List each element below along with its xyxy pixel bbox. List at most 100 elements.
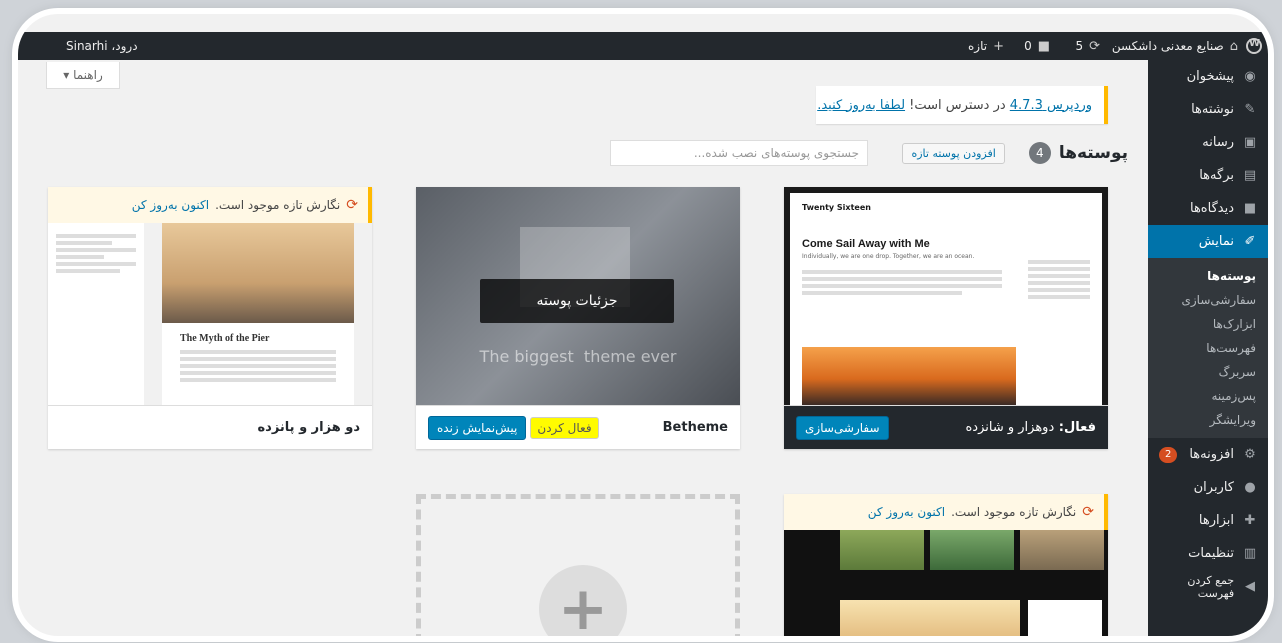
menu-pages[interactable]: ▤ برگه‌ها — [1148, 159, 1268, 192]
page-title: پوسته‌ها — [1058, 143, 1128, 163]
brush-icon: ✐ — [1244, 234, 1256, 249]
theme-screenshot: Twenty Sixteen Come Sail Away with Me In… — [784, 187, 1108, 405]
collapse-icon: ◀ — [1245, 579, 1256, 594]
theme-details-button[interactable]: جزئیات پوسته — [480, 279, 674, 323]
menu-label: نمایش — [1198, 234, 1234, 249]
home-icon: ⌂ — [1229, 38, 1238, 54]
theme-screenshot: The biggest theme ever جزئیات پوسته — [416, 187, 740, 405]
menu-comments[interactable]: ■ دیدگاه‌ها — [1148, 192, 1268, 225]
wp-version-link[interactable]: وردپرس 4.7.3 — [1010, 98, 1092, 113]
user-account-link[interactable]: درود، Sinarhi — [66, 32, 138, 60]
menu-media[interactable]: ▣ رسانه — [1148, 126, 1268, 159]
pier-image — [162, 223, 354, 323]
updates-count: 5 — [1075, 39, 1084, 53]
menu-label: برگه‌ها — [1199, 168, 1234, 183]
plugins-update-badge: 2 — [1158, 446, 1178, 463]
menu-label: رسانه — [1202, 135, 1234, 150]
menu-plugins[interactable]: ⚙ افزونه‌ها 2 — [1148, 438, 1268, 471]
menu-dashboard[interactable]: ◉ پیشخوان — [1148, 60, 1268, 93]
theme-footer: Betheme فعال کردن پیش‌نمایش زنده — [416, 405, 740, 449]
theme-footer: فعال: دوهزار و شانزده سفارشی‌سازی — [784, 405, 1108, 449]
update-now-link[interactable]: لطفا به‌روز کنید. — [817, 98, 905, 113]
admin-bar: ⌂ صنایع معدنی داشکسن ⟳ 5 ■ 0 + تازه درود… — [18, 32, 1268, 60]
submenu-editor[interactable]: ویرایشگر — [1148, 408, 1268, 432]
menu-settings[interactable]: ▥ تنظیمات — [1148, 537, 1268, 570]
site-name-link[interactable]: ⌂ صنایع معدنی داشکسن — [1112, 32, 1238, 60]
update-icon: ⟳ — [1082, 504, 1094, 520]
theme-card-fourth[interactable]: ⟳ نگارش تازه موجود است. اکنون به‌روز کن — [784, 494, 1108, 636]
menu-label: کاربران — [1193, 480, 1234, 495]
wp-logo-icon[interactable] — [1246, 32, 1262, 60]
plus-icon: + — [993, 38, 1004, 54]
theme-card-twentyfifteen[interactable]: ⟳ نگارش تازه موجود است. اکنون به‌روز کن … — [48, 187, 372, 449]
screenshot-site-title: Twenty Sixteen — [802, 203, 871, 212]
site-name: صنایع معدنی داشکسن — [1111, 39, 1224, 53]
theme-update-notice: ⟳ نگارش تازه موجود است. اکنون به‌روز کن — [48, 187, 372, 223]
updates-link[interactable]: ⟳ 5 — [1075, 32, 1100, 60]
menu-posts[interactable]: ✎ نوشته‌ها — [1148, 93, 1268, 126]
activate-button[interactable]: فعال کردن — [530, 416, 599, 439]
menu-collapse[interactable]: ◀ جمع کردن فهرست — [1148, 570, 1268, 603]
new-label: تازه — [968, 39, 988, 53]
comment-icon: ■ — [1037, 38, 1050, 54]
submenu-header[interactable]: سربرگ — [1148, 360, 1268, 384]
menu-label: جمع کردن فهرست — [1187, 573, 1235, 600]
theme-card-twentysixteen[interactable]: Twenty Sixteen Come Sail Away with Me In… — [784, 187, 1108, 449]
refresh-icon: ⟳ — [1089, 38, 1100, 54]
theme-name: Betheme — [662, 420, 728, 435]
menu-label: ابزارها — [1198, 513, 1234, 528]
submenu-widgets[interactable]: ابزارک‌ها — [1148, 312, 1268, 336]
menu-appearance[interactable]: ✐ نمایش — [1140, 225, 1268, 258]
update-text: نگارش تازه موجود است. — [215, 198, 341, 212]
settings-icon: ▥ — [1243, 546, 1257, 561]
add-new-theme-button[interactable]: افزودن پوسته تازه — [902, 142, 1005, 164]
update-icon: ⟳ — [346, 197, 358, 213]
menu-label: تنظیمات — [1188, 546, 1234, 561]
sunset-image — [802, 347, 1016, 405]
help-tab[interactable]: راهنما ▾ — [46, 62, 120, 89]
theme-footer: دو هزار و پانزده — [48, 405, 372, 449]
submenu-themes[interactable]: پوسته‌ها — [1148, 264, 1268, 288]
pages-icon: ▤ — [1243, 168, 1257, 183]
admin-sidebar: ◉ پیشخوان ✎ نوشته‌ها ▣ رسانه ▤ برگه‌ها ■ دیدگ… — [1140, 60, 1268, 636]
menu-label: پیشخوان — [1186, 69, 1234, 84]
theme-search-input[interactable]: جستجوی پوسته‌های نصب شده... — [610, 140, 868, 166]
dashboard-icon: ◉ — [1244, 69, 1256, 84]
screenshot-post-title: Come Sail Away with Me — [802, 238, 930, 250]
menu-label: دیدگاه‌ها — [1189, 201, 1234, 216]
media-icon: ▣ — [1243, 135, 1257, 150]
comments-link[interactable]: ■ 0 — [1024, 32, 1050, 60]
comment-icon: ■ — [1243, 201, 1257, 216]
new-content-link[interactable]: + تازه — [968, 32, 1004, 60]
submenu-menus[interactable]: فهرست‌ها — [1148, 336, 1268, 360]
update-now-link[interactable]: اکنون به‌روز کن — [868, 505, 945, 519]
theme-screenshot — [784, 530, 1108, 636]
theme-update-notice: ⟳ نگارش تازه موجود است. اکنون به‌روز کن — [784, 494, 1108, 530]
user-greeting: درود، Sinarhi — [66, 39, 138, 53]
live-preview-button[interactable]: پیش‌نمایش زنده — [428, 415, 527, 440]
update-now-link[interactable]: اکنون به‌روز کن — [132, 198, 209, 212]
wrench-icon: ✚ — [1244, 513, 1256, 528]
theme-name: دو هزار و پانزده — [257, 420, 360, 435]
customize-button[interactable]: سفارشی‌سازی — [796, 415, 889, 440]
plus-icon: + — [539, 565, 627, 636]
notice-text: در دسترس است! — [905, 97, 1010, 113]
appearance-submenu: پوسته‌ها سفارشی‌سازی ابزارک‌ها فهرست‌ها … — [1148, 258, 1268, 438]
theme-count: 4 — [1028, 142, 1051, 164]
submenu-customize[interactable]: سفارشی‌سازی — [1148, 288, 1268, 312]
theme-card-betheme[interactable]: The biggest theme ever جزئیات پوسته Beth… — [416, 187, 740, 449]
add-new-theme-card[interactable]: + — [416, 494, 740, 636]
user-icon: ● — [1244, 480, 1256, 495]
menu-label: نوشته‌ها — [1191, 102, 1234, 117]
betheme-slogan: The biggest theme ever — [479, 347, 677, 366]
menu-users[interactable]: ● کاربران — [1148, 471, 1268, 504]
page-header: پوسته‌ها 4 افزودن پوسته تازه — [902, 142, 1128, 164]
screenshot-post-title: The Myth of the Pier — [180, 333, 270, 344]
submenu-background[interactable]: پس‌زمینه — [1148, 384, 1268, 408]
update-text: نگارش تازه موجود است. — [951, 505, 1077, 519]
search-placeholder: جستجوی پوسته‌های نصب شده... — [693, 146, 859, 160]
plugin-icon: ⚙ — [1244, 447, 1256, 462]
theme-name: دوهزار و شانزده — [965, 420, 1055, 435]
menu-tools[interactable]: ✚ ابزارها — [1148, 504, 1268, 537]
active-status: فعال: — [1058, 420, 1096, 435]
